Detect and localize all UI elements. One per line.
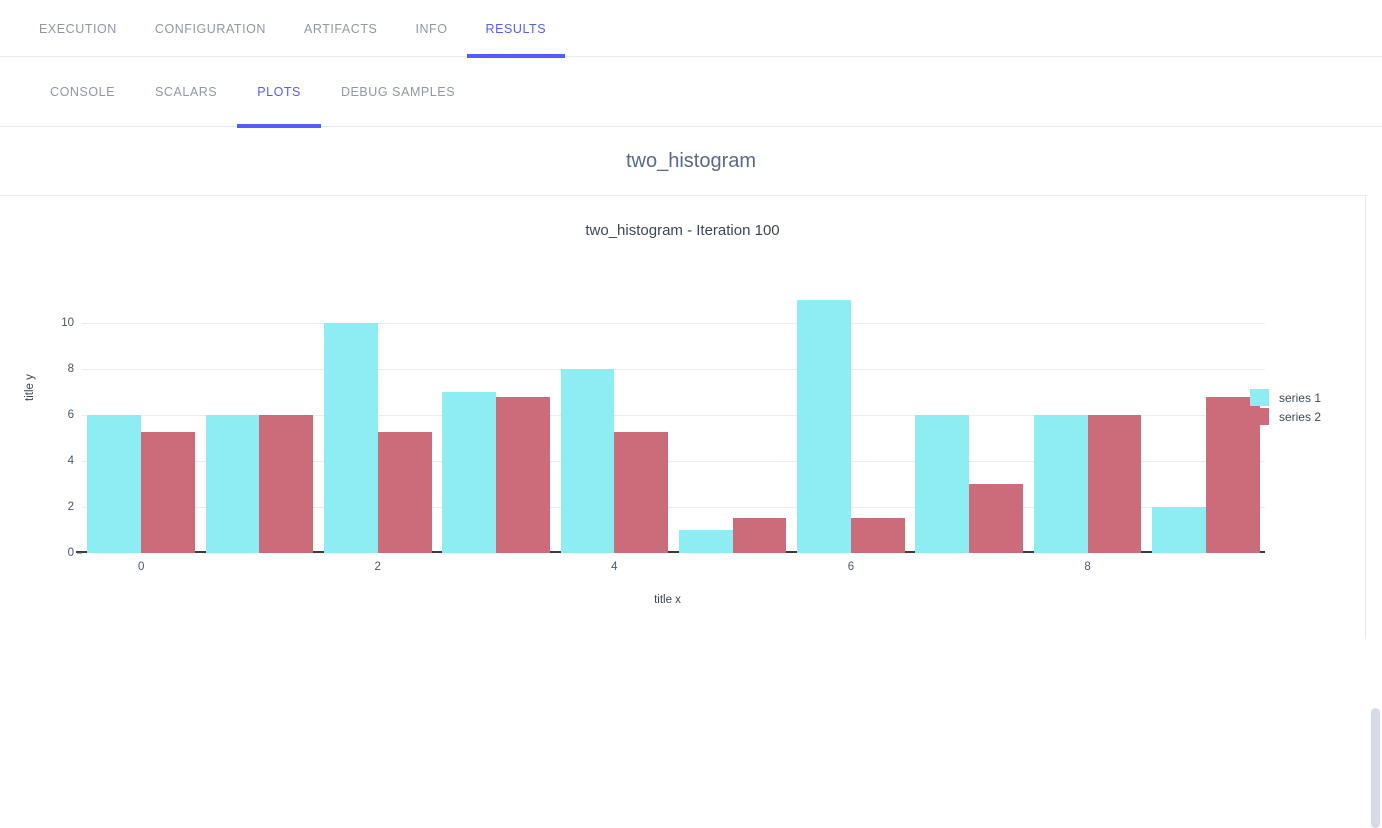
vertical-scrollbar[interactable] bbox=[1368, 188, 1382, 828]
chart-y-tick-label: 8 bbox=[67, 362, 74, 375]
chart-bar[interactable] bbox=[850, 518, 905, 553]
tab-console-label: CONSOLE bbox=[50, 85, 115, 99]
tab-artifacts[interactable]: ARTIFACTS bbox=[285, 0, 396, 57]
chart-x-axis-label: title x bbox=[654, 594, 681, 606]
tab-results[interactable]: RESULTS bbox=[466, 0, 566, 58]
chart-bar[interactable] bbox=[678, 529, 733, 553]
chart-title: two_histogram - Iteration 100 bbox=[585, 222, 780, 239]
chart-bar[interactable] bbox=[377, 432, 432, 553]
chart-legend: series 1 series 2 bbox=[1249, 388, 1321, 426]
vertical-scrollbar-thumb[interactable] bbox=[1371, 708, 1380, 828]
primary-tab-bar: EXECUTION CONFIGURATION ARTIFACTS INFO R… bbox=[0, 0, 1382, 58]
chart-bar[interactable] bbox=[205, 414, 260, 553]
tab-execution-label: EXECUTION bbox=[39, 21, 117, 36]
chart-y-axis-label: title y bbox=[24, 374, 36, 401]
chart-legend-item[interactable]: series 1 bbox=[1249, 388, 1321, 407]
chart-x-tick-label: 6 bbox=[847, 561, 855, 573]
chart-gridline bbox=[82, 368, 1265, 370]
chart-x-tick-label: 2 bbox=[374, 561, 381, 573]
chart-x-tick-label: 8 bbox=[1084, 561, 1091, 573]
chart-bar[interactable] bbox=[560, 368, 615, 553]
chart-bar[interactable] bbox=[496, 396, 550, 553]
chart-bar[interactable] bbox=[1033, 414, 1088, 553]
chart-y-tick-label: 10 bbox=[61, 316, 74, 329]
tab-info[interactable]: INFO bbox=[396, 0, 466, 57]
chart-y-tick-label: 6 bbox=[67, 408, 74, 421]
chart-x-tick-label: 4 bbox=[611, 561, 618, 573]
chart-bar[interactable] bbox=[915, 414, 970, 553]
chart-y-tick-label: 2 bbox=[67, 500, 74, 513]
tab-execution[interactable]: EXECUTION bbox=[20, 0, 136, 57]
tab-results-label: RESULTS bbox=[485, 21, 547, 36]
chart-legend-label: series 1 bbox=[1278, 390, 1321, 405]
chart-bar[interactable] bbox=[87, 414, 142, 553]
tab-scalars-label: SCALARS bbox=[154, 85, 218, 99]
chart-plot-area: 0 2 4 6 8 10 0 2 4 6 8 bbox=[61, 286, 1265, 573]
tab-plots[interactable]: PLOTS bbox=[237, 57, 321, 128]
tab-console[interactable]: CONSOLE bbox=[30, 57, 135, 127]
plot-heading-bar: two_histogram bbox=[0, 127, 1382, 196]
chart-y-tick-label: 4 bbox=[67, 454, 74, 467]
tab-scalars[interactable]: SCALARS bbox=[135, 57, 237, 127]
chart-bar[interactable] bbox=[732, 518, 787, 553]
chart-legend-label: series 2 bbox=[1278, 409, 1321, 424]
chart-bar[interactable] bbox=[1087, 414, 1142, 553]
chart-legend-swatch bbox=[1249, 408, 1269, 425]
chart-bar[interactable] bbox=[141, 432, 195, 553]
tab-plots-label: PLOTS bbox=[257, 85, 301, 99]
chart-y-tick-mark bbox=[77, 552, 82, 554]
chart-legend-swatch bbox=[1249, 389, 1269, 406]
chart-bar[interactable] bbox=[323, 322, 378, 553]
tab-debug-samples[interactable]: DEBUG SAMPLES bbox=[321, 57, 475, 127]
chart-bar[interactable] bbox=[969, 483, 1024, 553]
chart-bar[interactable] bbox=[797, 299, 851, 553]
tab-configuration[interactable]: CONFIGURATION bbox=[136, 0, 285, 57]
chart-bar[interactable] bbox=[442, 391, 497, 553]
chart-legend-item[interactable]: series 2 bbox=[1249, 407, 1321, 426]
chart-bar[interactable] bbox=[259, 414, 314, 553]
chart-bar[interactable] bbox=[614, 432, 669, 553]
plot-heading-title: two_histogram bbox=[625, 149, 757, 172]
tab-artifacts-label: ARTIFACTS bbox=[303, 21, 378, 36]
chart-gridline bbox=[82, 322, 1265, 324]
chart-x-tick-label: 0 bbox=[137, 561, 145, 573]
tab-debug-samples-label: DEBUG SAMPLES bbox=[340, 85, 456, 99]
chart-bar[interactable] bbox=[1152, 506, 1206, 553]
secondary-tab-bar: CONSOLE SCALARS PLOTS DEBUG SAMPLES bbox=[0, 57, 1382, 128]
chart-panel: two_histogram - Iteration 100 title y ti… bbox=[0, 196, 1366, 639]
chart-y-tick-label: 0 bbox=[67, 547, 74, 559]
tab-info-label: INFO bbox=[415, 21, 448, 36]
tab-configuration-label: CONFIGURATION bbox=[154, 21, 266, 36]
